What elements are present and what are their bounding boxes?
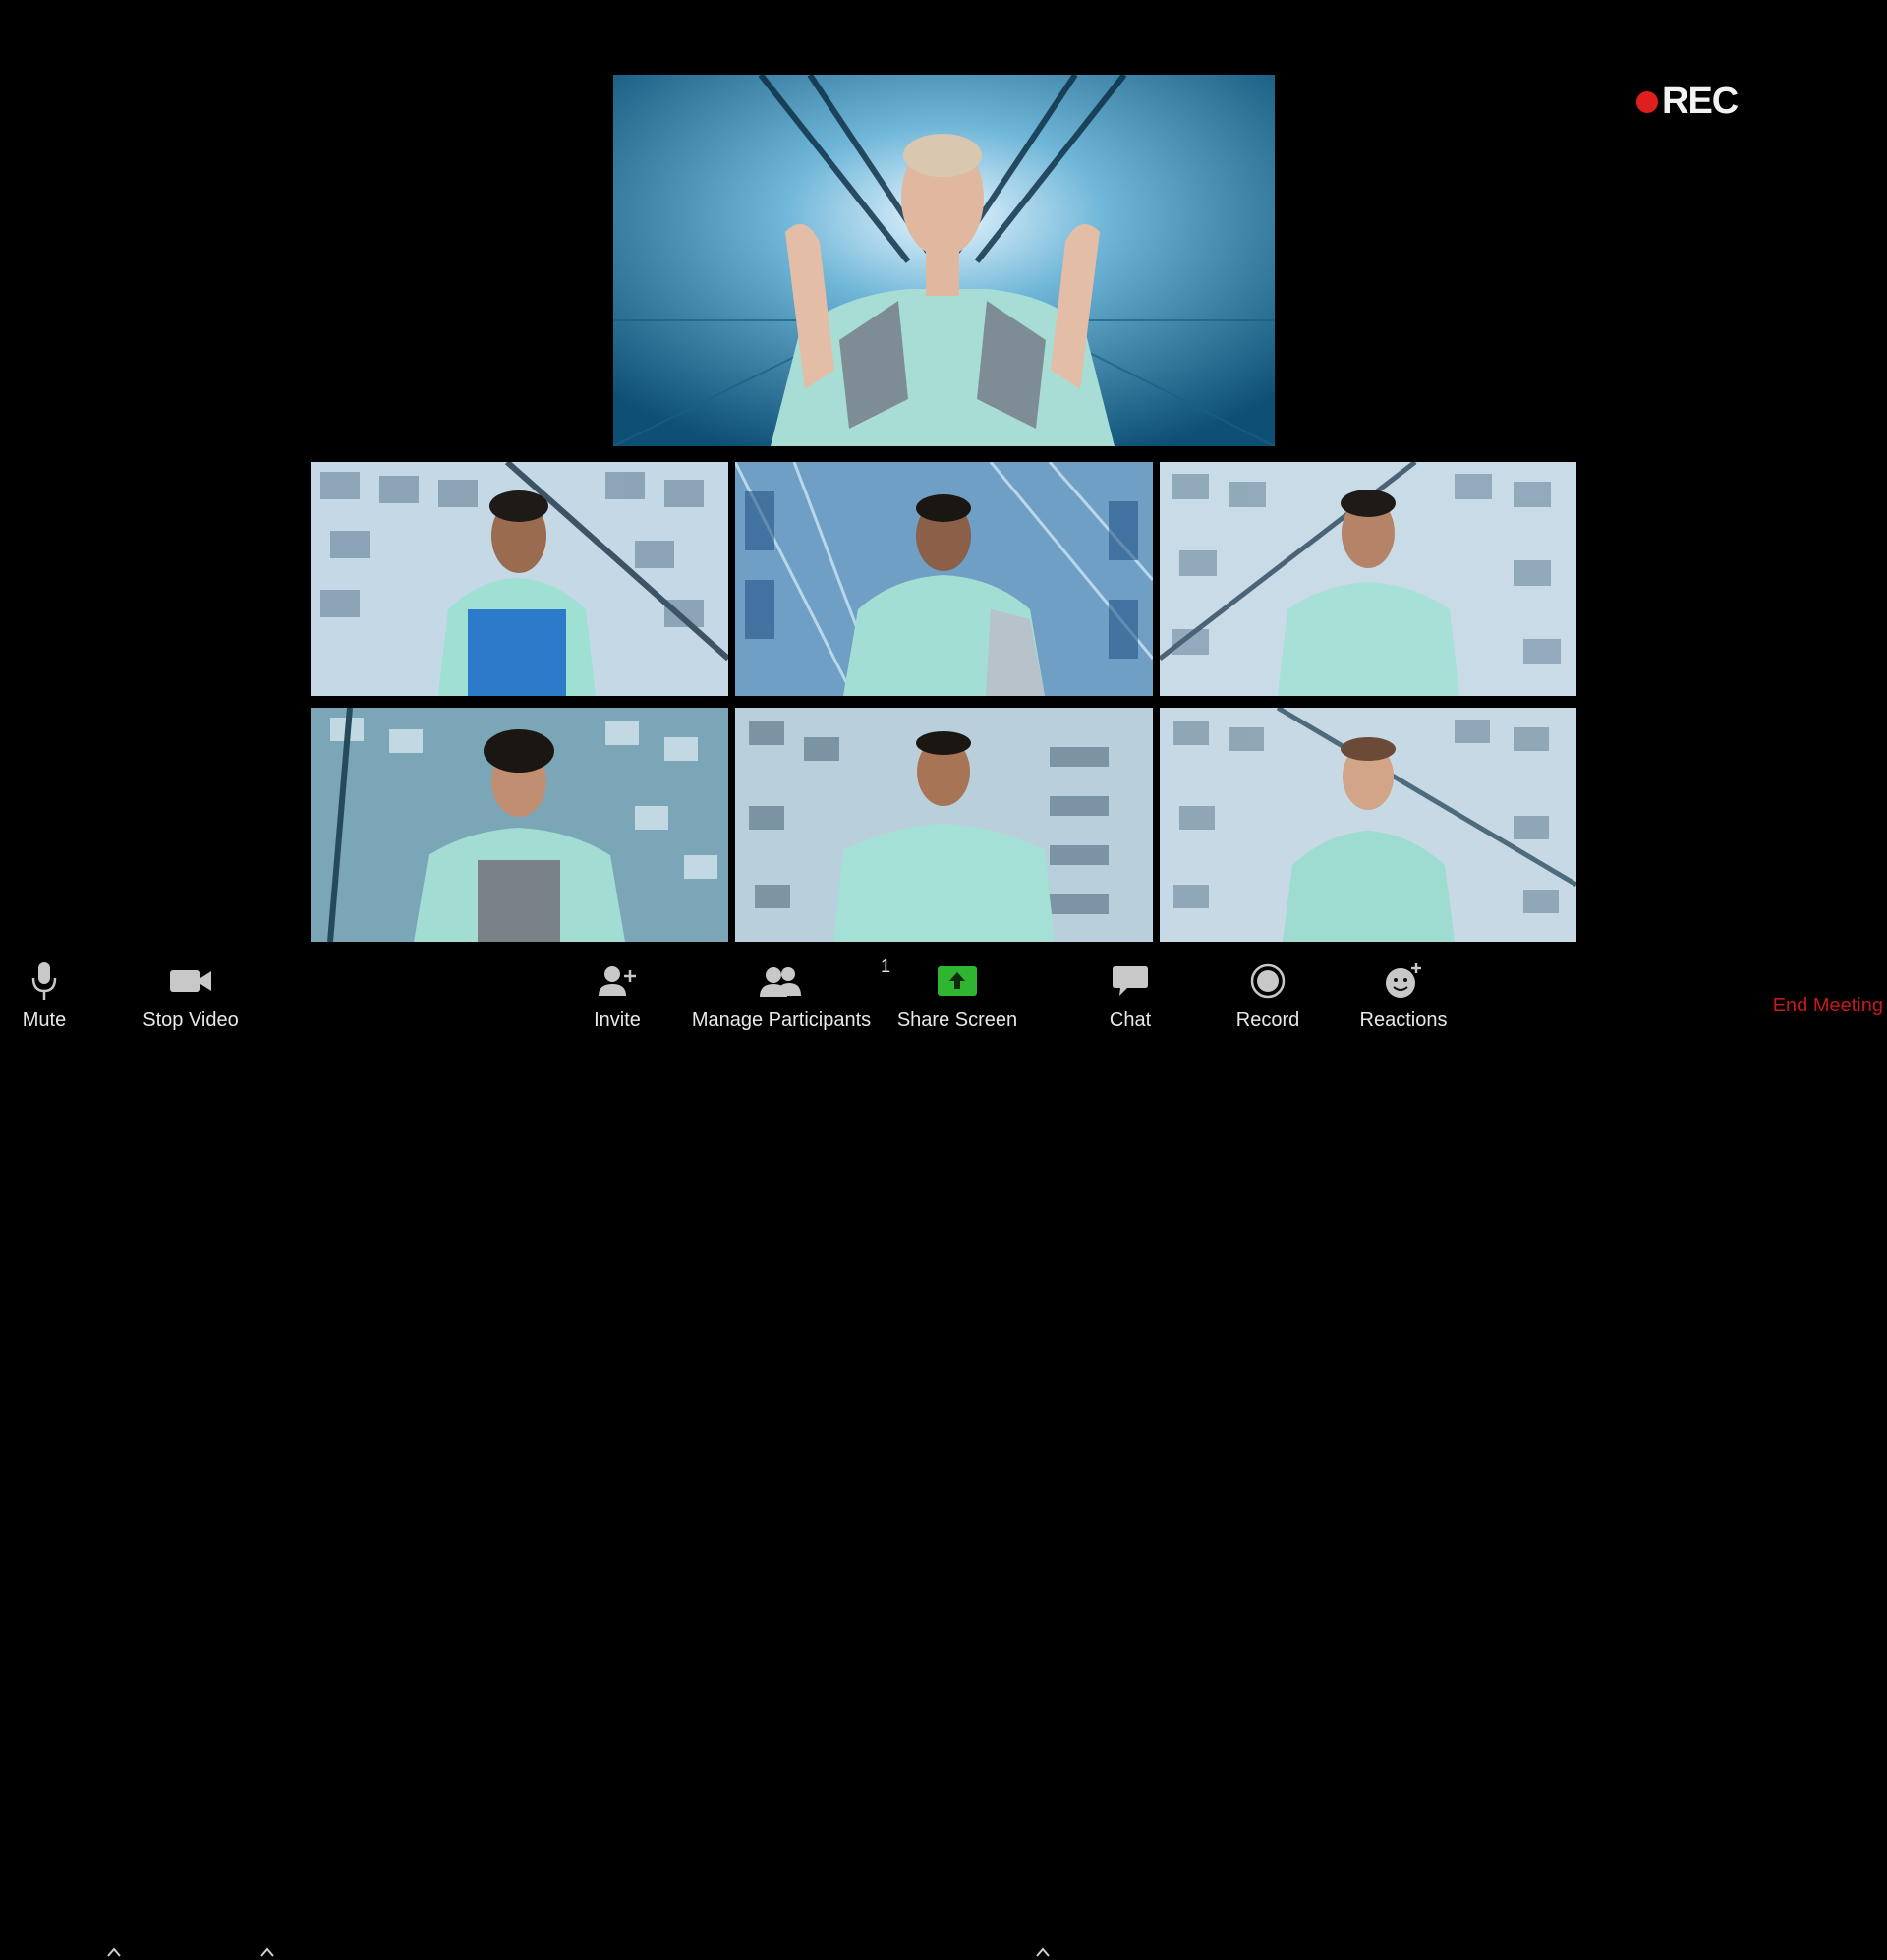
participant-count-badge: 1 <box>881 956 891 976</box>
stop-video-button[interactable]: Stop Video <box>136 958 246 1032</box>
add-user-icon <box>599 966 636 996</box>
active-speaker-video-tile[interactable] <box>613 75 1275 446</box>
video-options-chevron-up-icon[interactable] <box>259 1944 275 1960</box>
participant-video-image <box>735 462 1153 696</box>
share-screen-icon <box>938 966 977 996</box>
participants-icon <box>760 967 801 997</box>
chat-bubble-icon <box>1113 966 1148 996</box>
video-camera-icon <box>170 970 211 992</box>
participant-video-image <box>1160 708 1576 942</box>
end-meeting-button[interactable]: End Meeting <box>1773 995 1883 1017</box>
stop-video-label: Stop Video <box>143 1009 239 1031</box>
reactions-label: Reactions <box>1359 1009 1448 1031</box>
recording-label: REC <box>1662 81 1739 122</box>
reactions-button[interactable]: Reactions <box>1356 958 1451 1032</box>
participant-video-tile[interactable] <box>735 708 1153 942</box>
participant-video-tile[interactable] <box>735 462 1153 696</box>
chat-label: Chat <box>1109 1009 1152 1031</box>
record-button[interactable]: Record <box>1230 958 1305 1032</box>
mute-button[interactable]: Mute <box>14 958 75 1032</box>
meeting-toolbar: Mute Stop Video Invite 1 Manage Particip… <box>0 956 1887 1957</box>
manage-participants-label: Manage Participants <box>691 1009 872 1031</box>
participant-video-tile[interactable] <box>311 708 728 942</box>
participant-video-image <box>1160 462 1576 696</box>
emoji-add-icon <box>1386 963 1421 998</box>
microphone-icon <box>31 962 57 1000</box>
manage-participants-button[interactable]: 1 Manage Participants <box>690 956 890 1032</box>
share-screen-button[interactable]: Share Screen <box>894 958 1020 1032</box>
recording-indicator: REC <box>1636 81 1739 123</box>
mute-label: Mute <box>22 1009 67 1031</box>
participant-video-image <box>311 708 728 942</box>
participant-video-tile[interactable] <box>1160 708 1576 942</box>
record-icon <box>1250 963 1286 999</box>
chat-button[interactable]: Chat <box>1103 958 1158 1032</box>
invite-button[interactable]: Invite <box>586 958 649 1032</box>
invite-label: Invite <box>594 1009 641 1031</box>
share-options-chevron-up-icon[interactable] <box>1035 1944 1051 1960</box>
participant-video-image <box>735 708 1153 942</box>
record-label: Record <box>1235 1009 1300 1031</box>
recording-dot-icon <box>1636 90 1658 113</box>
share-screen-label: Share Screen <box>896 1009 1018 1031</box>
audio-options-chevron-up-icon[interactable] <box>106 1944 122 1960</box>
participant-video-tile[interactable] <box>311 462 728 696</box>
participant-video-tile[interactable] <box>1160 462 1576 696</box>
participant-video-image <box>311 462 728 696</box>
speaker-video-image <box>613 75 1275 446</box>
